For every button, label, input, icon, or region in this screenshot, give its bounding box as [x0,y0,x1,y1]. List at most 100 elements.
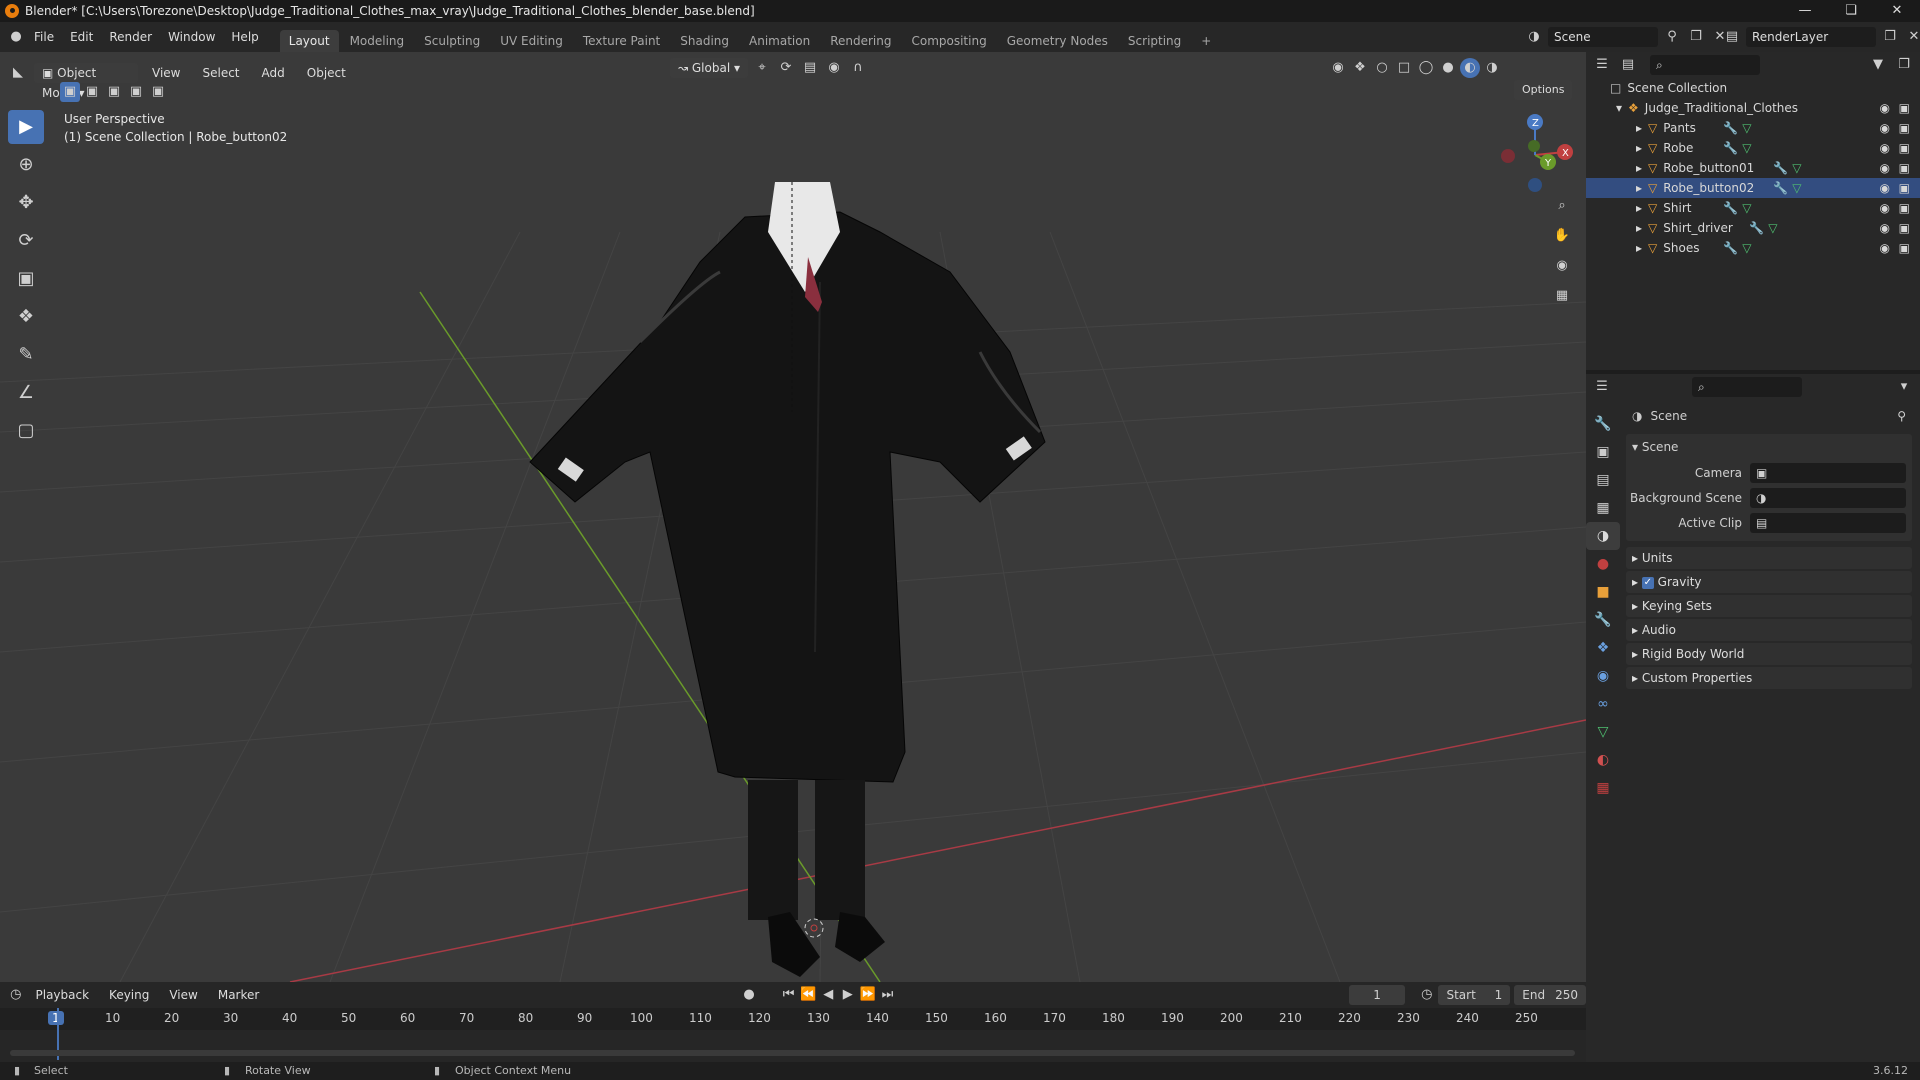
viewport-canvas[interactable] [0,52,1586,982]
outliner-item-robe[interactable]: ▸ ▽ Robe 🔧 ▽ ◉ ▣ [1586,138,1920,158]
clock-icon[interactable]: ◷ [1419,985,1435,1005]
menu-edit[interactable]: Edit [62,22,101,52]
expand-icon[interactable]: ▸ [1636,238,1642,258]
render-tab-icon[interactable]: ▣ [1586,438,1620,466]
expand-icon[interactable]: ▸ [1636,138,1642,158]
camera-field[interactable]: ▣ [1750,462,1906,483]
viewport-menu-object[interactable]: Object [299,58,354,88]
filter-icon[interactable]: ▼ [1868,55,1888,75]
material-tab-icon[interactable]: ◐ [1586,746,1620,774]
proportional-edit-icon[interactable]: ◉ [824,58,844,78]
outliner-item-robe-button02[interactable]: ▸ ▽ Robe_button02 🔧 ▽ ◉ ▣ [1586,178,1920,198]
menu-window[interactable]: Window [160,22,223,52]
timeline-menu-marker[interactable]: Marker [210,980,267,1010]
solid-shading-icon[interactable]: ● [1438,58,1458,78]
tab-layout[interactable]: Layout [279,30,339,52]
outliner-item-shoes[interactable]: ▸ ▽ Shoes 🔧 ▽ ◉ ▣ [1586,238,1920,258]
outliner-item-shirt-driver[interactable]: ▸ ▽ Shirt_driver 🔧 ▽ ◉ ▣ [1586,218,1920,238]
tab-scripting[interactable]: Scripting [1119,30,1190,52]
timeline-editor-icon[interactable]: ◷ [8,985,24,1005]
scene-selector[interactable]: Scene [1548,27,1658,47]
tab-modeling[interactable]: Modeling [341,30,414,52]
mesh-data-icon[interactable]: ▽ [1792,178,1801,198]
object-tab-icon[interactable]: ■ [1586,578,1620,606]
render-camera-icon[interactable]: ▣ [1899,158,1910,178]
data-tab-icon[interactable]: ▽ [1586,718,1620,746]
outliner-collection-row[interactable]: ▾ ❖ Judge_Traditional_Clothes ◉ ▣ [1586,98,1920,118]
minimize-icon[interactable]: — [1782,0,1828,22]
tab-sculpting[interactable]: Sculpting [415,30,489,52]
maximize-icon[interactable]: ❏ [1828,0,1874,22]
3d-viewport[interactable]: ◣ ▣ Object Mode ▾ View Select Add Object… [0,52,1586,982]
pin-context-icon[interactable]: ⚲ [1897,409,1906,423]
editor-type-icon[interactable]: ◣ [8,63,28,83]
select-difference-icon[interactable]: ▣ [126,82,146,102]
judge-robe-model[interactable] [529,182,1046,977]
jump-end-icon[interactable]: ⏭ [880,985,896,1005]
pin-icon[interactable]: ⚲ [1662,27,1682,47]
gizmo-toggle-icon[interactable]: ❖ [1350,58,1370,78]
timeline-menu-keying[interactable]: Keying [101,980,157,1010]
render-camera-icon[interactable]: ▣ [1899,218,1910,238]
viewport-menu-add[interactable]: Add [254,58,293,88]
mesh-data-icon[interactable]: ▽ [1742,138,1751,158]
gravity-panel[interactable]: ▸ ✓ Gravity [1626,571,1912,593]
new-scene-icon[interactable]: ❐ [1686,27,1706,47]
modifier-wrench-icon[interactable]: 🔧 [1773,158,1788,178]
visibility-eye-icon[interactable]: ◉ [1880,138,1890,158]
play-icon[interactable]: ▶ [840,985,856,1005]
menu-file[interactable]: File [26,22,62,52]
mesh-data-icon[interactable]: ▽ [1742,198,1751,218]
mesh-data-icon[interactable]: ▽ [1792,158,1801,178]
scene-subpanel-header[interactable]: ▾ Scene [1626,434,1912,460]
record-icon[interactable]: ● [741,985,757,1005]
modifier-wrench-icon[interactable]: 🔧 [1773,178,1788,198]
tab-texture-paint[interactable]: Texture Paint [574,30,669,52]
keying-sets-panel[interactable]: ▸ Keying Sets [1626,595,1912,617]
render-layer-selector[interactable]: RenderLayer [1746,27,1876,47]
render-camera-icon[interactable]: ▣ [1899,238,1910,258]
outliner-item-shirt[interactable]: ▸ ▽ Shirt 🔧 ▽ ◉ ▣ [1586,198,1920,218]
pivot-icon[interactable]: ⌖ [752,58,772,78]
measure-tool-icon[interactable]: ∠ [8,376,44,410]
overlay-toggle-icon[interactable]: ○ [1372,58,1392,78]
visibility-eye-icon[interactable]: ◉ [1880,238,1890,258]
tab-animation[interactable]: Animation [740,30,819,52]
timeline-menu-view[interactable]: View [161,980,205,1010]
material-preview-icon[interactable]: ◐ [1460,58,1480,78]
visibility-eye-icon[interactable]: ◉ [1880,178,1890,198]
navigation-gizmo[interactable]: X Y Z [1490,110,1580,200]
outliner-editor-icon[interactable]: ☰ [1592,55,1612,75]
snap-settings-icon[interactable]: ▤ [800,58,820,78]
tab-rendering[interactable]: Rendering [821,30,900,52]
expand-icon[interactable]: ▸ [1636,218,1642,238]
modifier-wrench-icon[interactable]: 🔧 [1723,118,1738,138]
active-clip-field[interactable]: ▤ [1750,512,1906,533]
expand-icon[interactable]: ▸ [1636,198,1642,218]
outliner-scene-collection[interactable]: □ Scene Collection [1586,78,1920,98]
modifier-tab-icon[interactable]: 🔧 [1586,606,1620,634]
current-frame-field[interactable]: 1 [1349,985,1405,1005]
options-button[interactable]: Options [1514,80,1573,100]
visibility-eye-icon[interactable]: ◉ [1880,198,1890,218]
snap-icon[interactable]: ⟳ [776,58,796,78]
zoom-icon[interactable]: ⌕ [1552,196,1572,216]
expand-icon[interactable]: ▾ [1616,98,1622,118]
add-workspace-icon[interactable]: + [1192,30,1220,52]
render-camera-icon[interactable]: ▣ [1899,98,1910,118]
tool-tab-icon[interactable]: 🔧 [1586,410,1620,438]
expand-icon[interactable]: ▸ [1636,178,1642,198]
pan-hand-icon[interactable]: ✋ [1552,226,1572,246]
rotate-tool-icon[interactable]: ⟳ [8,224,44,258]
visibility-icon[interactable]: ◉ [1328,58,1348,78]
world-tab-icon[interactable]: ● [1586,550,1620,578]
cursor-tool-icon[interactable]: ⊕ [8,148,44,182]
expand-icon[interactable]: ▸ [1636,158,1642,178]
menu-help[interactable]: Help [223,22,266,52]
tab-compositing[interactable]: Compositing [902,30,995,52]
jump-start-icon[interactable]: ⏮ [781,985,797,1005]
physics-tab-icon[interactable]: ◉ [1586,662,1620,690]
orientation-selector[interactable]: ↝ Global ▾ [670,58,748,78]
visibility-eye-icon[interactable]: ◉ [1880,158,1890,178]
delete-layer-icon[interactable]: ✕ [1904,27,1920,47]
